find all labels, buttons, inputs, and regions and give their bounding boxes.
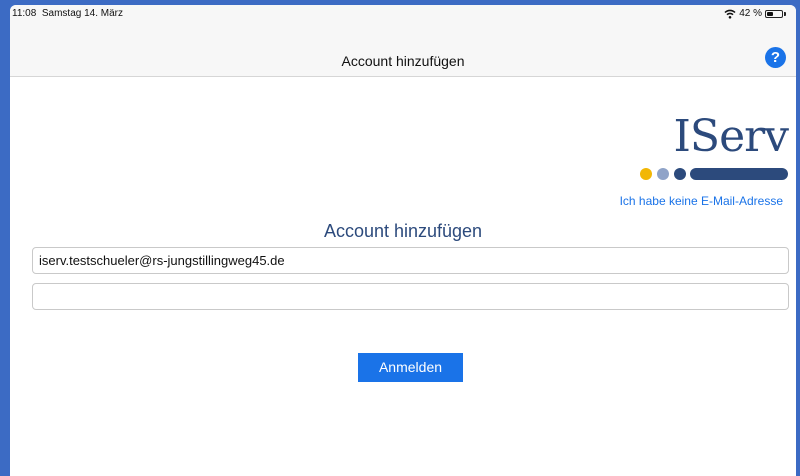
status-bar: 11:08 Samstag 14. März 42 %	[10, 5, 796, 23]
battery-icon	[765, 9, 783, 18]
no-email-link[interactable]: Ich habe keine E-Mail-Adresse	[620, 194, 783, 208]
account-field[interactable]: iserv.testschueler@rs-jungstillingweg45.…	[32, 247, 789, 274]
login-button[interactable]: Anmelden	[358, 353, 463, 382]
password-field[interactable]	[32, 283, 789, 310]
logo-dot-yellow	[640, 168, 652, 180]
logo-bar	[690, 168, 788, 180]
logo-dot-dark-blue	[674, 168, 686, 180]
form-title: Account hinzufügen	[323, 221, 483, 241]
wifi-icon	[724, 9, 736, 19]
iserv-logo: IServ	[632, 111, 792, 185]
battery-percent: 42 %	[739, 8, 762, 19]
battery-nub	[784, 11, 786, 16]
app-screen: 11:08 Samstag 14. März 42 % Account hinz…	[10, 5, 796, 476]
status-date: Samstag 14. März	[41, 8, 124, 19]
logo-dot-light-blue	[657, 168, 669, 180]
help-button[interactable]: ?	[765, 47, 786, 68]
logo-text: IServ	[673, 111, 789, 162]
status-indicators: 42 %	[724, 8, 786, 19]
status-time-date: 11:08 Samstag 14. März	[12, 8, 123, 19]
nav-title: Account hinzufügen	[341, 53, 465, 69]
status-time: 11:08	[12, 8, 37, 19]
navigation-bar: Account hinzufügen ?	[10, 23, 796, 77]
